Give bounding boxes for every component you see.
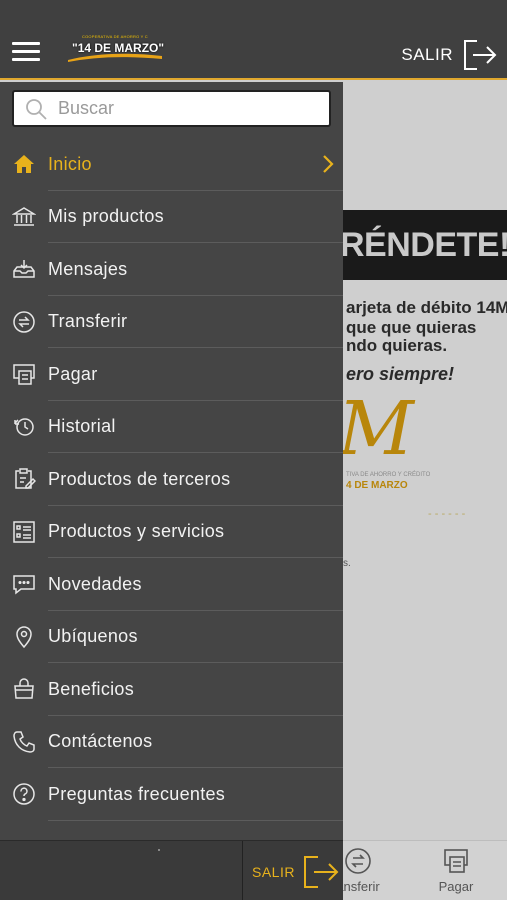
transfer-icon (345, 848, 371, 874)
clipboard-edit-icon (11, 466, 37, 492)
menu-icon[interactable] (12, 42, 40, 64)
menu-item-novedades[interactable]: Novedades (0, 558, 343, 611)
chat-icon (11, 571, 37, 597)
promo-link[interactable]: - - - - - - (428, 508, 465, 520)
drawer-menu: Inicio Mis productos Mensajes Transferir (0, 138, 343, 821)
promo-banner-text: RÉNDETE! (340, 226, 507, 264)
menu-item-label: Beneficios (48, 678, 135, 699)
chevron-right-icon (323, 155, 334, 174)
menu-item-label: Pagar (48, 363, 98, 384)
logout-icon (303, 856, 339, 888)
menu-item-label: Mis productos (48, 206, 164, 227)
footer-dot (158, 849, 160, 851)
menu-item-label: Mensajes (48, 258, 128, 279)
menu-item-productos-terceros[interactable]: Productos de terceros (0, 453, 343, 506)
home-icon (11, 151, 37, 177)
payment-icon (11, 361, 37, 387)
history-icon (11, 414, 37, 440)
app-logo: COOPERATIVA DE AHORRO Y CRÉDITO "14 DE M… (68, 34, 165, 64)
menu-item-label: Productos de terceros (48, 468, 231, 489)
logout-label-top: SALIR (401, 45, 453, 64)
promo-coop-name: 4 DE MARZO (346, 480, 408, 491)
menu-item-label: Preguntas frecuentes (48, 783, 226, 804)
menu-item-label: Transferir (48, 311, 128, 332)
menu-item-transferir[interactable]: Transferir (0, 296, 343, 348)
menu-item-beneficios[interactable]: Beneficios (0, 663, 343, 716)
footer-separator (242, 841, 243, 900)
logout-button-bottom[interactable]: SALIR (252, 855, 339, 889)
promo-line-2: que que quieras (346, 318, 477, 337)
menu-item-contactenos[interactable]: Contáctenos (0, 716, 343, 768)
phone-icon (11, 729, 37, 755)
app-header: COOPERATIVA DE AHORRO Y CRÉDITO "14 DE M… (0, 0, 507, 80)
logout-button-top[interactable]: SALIR (401, 38, 497, 72)
menu-item-label: Contáctenos (48, 731, 153, 752)
bank-icon (11, 204, 37, 230)
menu-item-historial[interactable]: Historial (0, 401, 343, 453)
location-pin-icon (11, 624, 37, 650)
logout-label-bottom: SALIR (252, 864, 295, 880)
menu-item-label: Novedades (48, 573, 142, 594)
list-icon (11, 519, 37, 545)
promo-line-1: arjeta de débito 14M (346, 298, 507, 317)
inbox-icon (11, 256, 37, 282)
menu-item-pagar[interactable]: Pagar (0, 348, 343, 401)
bottom-nav-pagar[interactable]: Pagar (426, 847, 486, 894)
menu-item-label: Historial (48, 416, 116, 437)
drawer-footer: SALIR (0, 840, 343, 900)
promo-coop-label: TIVA DE AHORRO Y CRÉDITO (346, 472, 431, 478)
menu-item-label: Productos y servicios (48, 521, 225, 542)
menu-item-label: Ubíquenos (48, 626, 138, 647)
promo-line-3: ndo quieras. (346, 336, 448, 355)
question-icon (11, 781, 37, 807)
logout-icon (464, 40, 497, 70)
search-box[interactable] (12, 90, 331, 127)
menu-item-ubiquenos[interactable]: Ubíquenos (0, 611, 343, 663)
bag-icon (11, 676, 37, 702)
logo-title: "14 DE MARZO" (72, 41, 165, 55)
promo-slogan: ero siempre! (346, 364, 455, 384)
menu-item-inicio[interactable]: Inicio (0, 138, 343, 191)
payment-icon (444, 849, 468, 873)
search-icon (26, 98, 47, 120)
menu-item-label: Inicio (48, 153, 92, 174)
bottom-nav-pagar-label: Pagar (438, 879, 474, 894)
promo-dot: s. (343, 558, 351, 569)
search-input[interactable] (58, 98, 308, 119)
menu-item-mis-productos[interactable]: Mis productos (0, 191, 343, 243)
promo-logo: M (338, 386, 414, 472)
menu-item-preguntas-frecuentes[interactable]: Preguntas frecuentes (0, 768, 343, 821)
menu-item-productos-servicios[interactable]: Productos y servicios (0, 506, 343, 558)
navigation-drawer: Inicio Mis productos Mensajes Transferir (0, 82, 343, 900)
menu-item-mensajes[interactable]: Mensajes (0, 243, 343, 296)
logo-subtitle: COOPERATIVA DE AHORRO Y CRÉDITO (82, 34, 148, 39)
transfer-icon (11, 309, 37, 335)
